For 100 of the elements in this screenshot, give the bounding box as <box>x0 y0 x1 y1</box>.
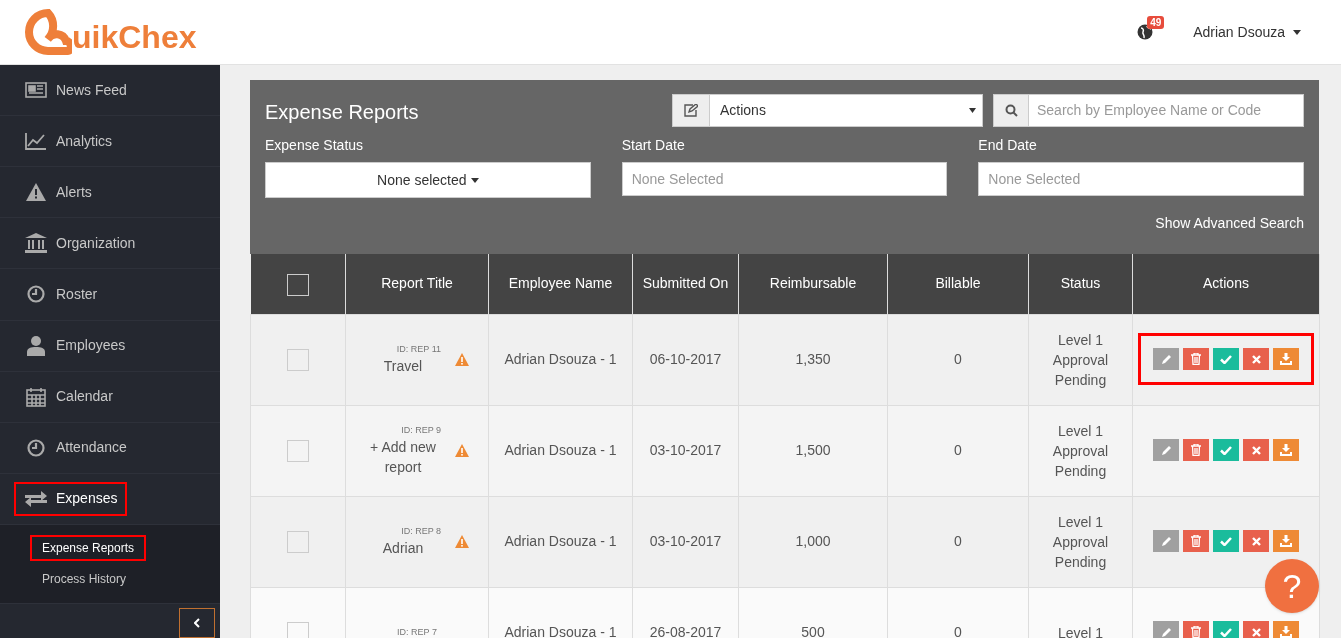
approve-button[interactable] <box>1213 348 1239 371</box>
submitted-date: 26-08-2017 <box>649 624 722 638</box>
approve-button[interactable] <box>1213 530 1239 553</box>
globe-icon <box>1137 24 1154 40</box>
billable-amount: 0 <box>954 351 962 367</box>
column-header: Report Title <box>381 275 453 292</box>
approve-button[interactable] <box>1213 621 1239 638</box>
close-icon <box>1251 445 1261 455</box>
logo-text: uikChex <box>72 21 197 53</box>
nav-item[interactable]: Organization <box>14 226 146 261</box>
delete-button[interactable] <box>1183 348 1209 371</box>
row-checkbox[interactable] <box>287 621 309 638</box>
download-icon <box>1280 444 1292 457</box>
delete-button[interactable] <box>1183 439 1209 462</box>
close-icon <box>1251 354 1261 364</box>
check-icon <box>1220 627 1232 637</box>
status-dropdown[interactable]: None selected <box>265 162 591 198</box>
reject-button[interactable] <box>1243 621 1269 638</box>
date-field[interactable]: None Selected <box>978 162 1304 196</box>
report-id: ID: REP 9 <box>400 423 441 437</box>
column-header: Billable <box>935 275 981 292</box>
close-icon <box>1251 627 1261 637</box>
nav-item[interactable]: Calendar <box>14 379 123 414</box>
exchange-arrows-icon <box>25 489 47 508</box>
download-button[interactable] <box>1273 621 1299 638</box>
filter-label: Expense Status <box>265 136 365 155</box>
row-checkbox[interactable] <box>287 348 309 371</box>
delete-button[interactable] <box>1183 621 1209 638</box>
column-header: Reimbursable <box>769 275 857 292</box>
logo-cloud-icon <box>24 9 72 55</box>
submitted-date: 03-10-2017 <box>649 533 722 549</box>
column-header: Actions <box>1203 275 1249 292</box>
reject-button[interactable] <box>1243 439 1269 462</box>
column-header: Employee Name <box>508 275 613 292</box>
billable-amount: 0 <box>954 624 962 638</box>
submenu-item[interactable]: Expense Reports <box>30 535 147 562</box>
download-icon <box>1280 535 1292 548</box>
caret-icon <box>470 177 479 183</box>
reimbursable-amount: 1,000 <box>795 533 831 549</box>
caret-icon <box>1293 29 1301 35</box>
notification-badge: 49 <box>1147 16 1165 29</box>
billable-amount: 0 <box>954 533 962 549</box>
report-id: ID: REP 11 <box>395 342 441 356</box>
check-icon <box>1220 354 1232 364</box>
filter-label: End Date <box>978 136 1038 155</box>
employee-name: Adrian Dsouza - 1 <box>504 533 617 549</box>
approve-button[interactable] <box>1213 439 1239 462</box>
edit-button[interactable] <box>1153 530 1179 553</box>
nav-item[interactable]: News Feed <box>14 73 137 108</box>
advanced-search-link[interactable]: Show Advanced Search <box>1155 213 1304 234</box>
edit-button[interactable] <box>1153 348 1179 371</box>
pencil-icon <box>1160 626 1172 638</box>
clock-icon <box>27 438 45 457</box>
nav-item[interactable]: Employees <box>14 328 136 363</box>
column-header: Status <box>1060 275 1101 292</box>
user-menu[interactable]: Adrian Dsouza <box>1193 21 1301 43</box>
download-button[interactable] <box>1273 439 1299 462</box>
delete-button[interactable] <box>1183 530 1209 553</box>
nav-item[interactable]: Expenses <box>14 481 128 516</box>
employee-name: Adrian Dsouza - 1 <box>504 624 617 638</box>
line-chart-icon <box>25 132 47 151</box>
edit-button[interactable] <box>1153 439 1179 462</box>
chevron-left-icon <box>194 618 200 628</box>
nav-item[interactable]: Attendance <box>14 430 137 465</box>
date-field[interactable]: None Selected <box>621 162 948 196</box>
edit-button[interactable] <box>1153 621 1179 638</box>
report-title: + Add new report <box>369 438 437 478</box>
filter-label: Start Date <box>621 136 686 155</box>
clock-icon <box>27 285 45 304</box>
collapse-sidebar-button[interactable] <box>179 608 215 638</box>
column-header: Submitted On <box>642 275 729 292</box>
download-button[interactable] <box>1273 348 1299 371</box>
pencil-icon <box>1160 444 1172 456</box>
nav-item[interactable]: Alerts <box>14 175 102 210</box>
newspaper-icon <box>25 82 47 99</box>
close-icon <box>1251 536 1261 546</box>
user-icon <box>27 335 45 356</box>
search-icon <box>1004 104 1018 117</box>
page-title: Expense Reports <box>265 100 419 125</box>
trash-icon <box>1191 535 1201 548</box>
submenu-item[interactable]: Process History <box>30 566 139 593</box>
row-checkbox[interactable] <box>287 439 309 462</box>
trash-icon <box>1191 444 1201 457</box>
reject-button[interactable] <box>1243 530 1269 553</box>
employee-name: Adrian Dsouza - 1 <box>504 351 617 367</box>
actions-select[interactable]: Actions <box>672 94 983 127</box>
nav-item[interactable]: Roster <box>14 277 108 312</box>
select-all-checkbox[interactable] <box>286 273 309 296</box>
nav-item[interactable]: Analytics <box>14 124 123 159</box>
pencil-icon <box>1160 353 1172 365</box>
calendar-icon <box>26 386 46 407</box>
submitted-date: 03-10-2017 <box>649 442 722 458</box>
reject-button[interactable] <box>1243 348 1269 371</box>
edit-icon <box>684 104 698 117</box>
search-field[interactable]: Search by Employee Name or Code <box>1029 94 1304 127</box>
status-text: Level 1 Approval Pending <box>1052 513 1109 570</box>
row-checkbox[interactable] <box>287 530 309 553</box>
status-text: Level 1 Approval Pending <box>1052 422 1109 479</box>
download-icon <box>1280 353 1292 366</box>
download-button[interactable] <box>1273 530 1299 553</box>
